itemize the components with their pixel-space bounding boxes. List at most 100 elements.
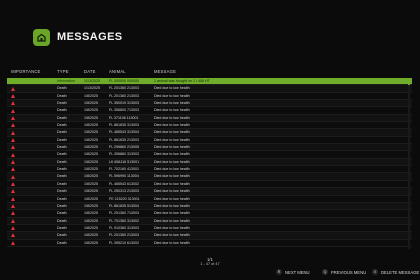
type-cell: Death [57, 145, 67, 150]
column-header-animal[interactable]: ANIMAL [109, 69, 126, 74]
table-row[interactable]: Death 1/8/2025 FL 465543 313004 Died due to… [7, 129, 412, 137]
table-row[interactable]: Death 1/8/2025 FL 201360 713003 Died due to… [7, 210, 412, 218]
animal-cell: FL 861835 213003 [109, 137, 140, 142]
date-cell: 1/8/2025 [84, 130, 98, 135]
column-header-importance[interactable]: IMPORTANCE [11, 69, 41, 74]
date-cell: 1/8/2025 [84, 152, 98, 157]
type-cell: Death [57, 225, 67, 230]
next-menu-button[interactable]: R NEXT MENU [276, 269, 310, 275]
message-cell: Died due to low health [154, 115, 190, 120]
animal-cell: FE 215220 313001 [109, 196, 140, 201]
table-row[interactable]: Death 1/8/2025 FL 201360 213003 Died due to… [7, 232, 412, 240]
type-cell: Death [57, 203, 67, 208]
message-cell: Died due to low health [154, 233, 190, 238]
table-row[interactable]: Death 1/8/2025 FL 371106 113001 Died due to… [7, 114, 412, 123]
table-row[interactable]: Death 1/13/2025 FL 201360 213003 Died due t… [7, 85, 412, 93]
table-row-selected[interactable]: Information 1/13/2025 FL 000000 000000 1… [7, 78, 412, 86]
table-row[interactable]: Death 1/8/2025 FL 350019 313003 Died due to… [7, 100, 412, 108]
message-cell: Died due to low health [154, 152, 190, 157]
animal-cell: FL 910360 313003 [109, 225, 140, 230]
date-cell: 1/8/2025 [84, 218, 98, 223]
table-row[interactable]: Death 1/8/2025 FL 596990 113004 Died due to… [7, 173, 412, 181]
warning-triangle-icon [11, 123, 15, 128]
date-cell: 1/8/2025 [84, 108, 98, 113]
warning-triangle-icon [11, 130, 15, 135]
table-row[interactable]: Death 1/8/2025 FL 861835 213003 Died due to… [7, 136, 412, 145]
header: MESSAGES [33, 27, 123, 47]
message-cell: Died due to low health [154, 101, 190, 106]
scrollbar-thumb[interactable] [408, 78, 410, 85]
message-cell: Died due to low health [154, 86, 190, 91]
animal-cell: FL 201360 213003 [109, 93, 140, 98]
animal-cell: FL 296860 213005 [109, 145, 140, 150]
table-row[interactable]: Death 1/8/2025 LK 656116 513001 Died due to… [7, 158, 412, 167]
next-menu-label: NEXT MENU [285, 269, 310, 275]
key-x-icon: X [372, 269, 378, 275]
animal-cell: FL 465543 613002 [109, 181, 140, 186]
scrollbar[interactable] [408, 78, 410, 249]
date-cell: 1/13/2025 [84, 86, 100, 91]
delete-message-button[interactable]: X DELETE MESSAGE [372, 269, 419, 275]
message-cell: Died due to low health [154, 108, 190, 113]
warning-triangle-icon [11, 152, 15, 157]
type-cell: Death [57, 174, 67, 179]
table-row[interactable]: Death 1/8/2025 FL 702160 413001 Died due to… [7, 166, 412, 174]
column-header-date[interactable]: DATE [84, 69, 96, 74]
date-cell: 1/8/2025 [84, 145, 98, 150]
footer-controls: R NEXT MENU Q PREVIOUS MENU X DELETE MES… [0, 269, 420, 278]
animal-cell: FL 350019 313003 [109, 101, 140, 106]
animal-cell: FL 356800 713003 [109, 108, 140, 113]
message-cell: Died due to low health [154, 225, 190, 230]
table-row[interactable]: Death 1/8/2025 FL 396860 313003 Died due to… [7, 151, 412, 159]
animal-cell: FL 201360 213003 [109, 233, 140, 238]
date-cell: 1/8/2025 [84, 93, 98, 98]
message-cell: Died due to low health [154, 203, 190, 208]
importance-cell [11, 240, 21, 248]
warning-triangle-icon [11, 218, 15, 223]
column-header-type[interactable]: TYPE [57, 69, 69, 74]
warning-triangle-icon [11, 101, 15, 106]
type-cell: Death [57, 115, 67, 120]
message-cell: Died due to low health [154, 211, 190, 216]
table-row[interactable]: Death 1/8/2025 FL 356800 713003 Died due to… [7, 107, 412, 115]
table-row[interactable]: Death 1/8/2025 FE 215220 313001 Died due to… [7, 195, 412, 203]
animal-cell: FL 201360 213003 [109, 86, 140, 91]
table-row[interactable]: Death 1/8/2025 FL 201360 213003 Died due to… [7, 92, 412, 101]
date-cell: 1/8/2025 [84, 196, 98, 201]
table-row[interactable]: Death 1/8/2025 FL 861835 313003 Died due to… [7, 122, 412, 130]
date-cell: 1/8/2025 [84, 203, 98, 208]
table-row[interactable]: Death 1/8/2025 FL 395210 613002 Died due to… [7, 239, 412, 248]
table-row[interactable]: Death 1/8/2025 FL 296860 213005 Died due to… [7, 144, 412, 152]
table-body: Information 1/13/2025 FL 000000 000000 1… [7, 78, 412, 247]
date-cell: 1/8/2025 [84, 159, 98, 164]
message-cell: Died due to low health [154, 123, 190, 128]
type-cell: Death [57, 233, 67, 238]
previous-menu-button[interactable]: Q PREVIOUS MENU [322, 269, 366, 275]
message-cell: Died due to low health [154, 189, 190, 194]
animal-cell: FL 250313 213003 [109, 189, 140, 194]
animal-cell: FL 201360 713003 [109, 211, 140, 216]
warning-triangle-icon [11, 182, 15, 186]
animal-cell: LK 656116 513001 [109, 159, 140, 164]
warning-triangle-icon [11, 174, 15, 179]
table-row[interactable]: Death 1/8/2025 FL 861835 513004 Died due to… [7, 202, 412, 211]
table-row[interactable]: Death 1/8/2025 FL 910360 313003 Died due to… [7, 224, 412, 233]
date-cell: 1/8/2025 [84, 101, 98, 106]
table-row[interactable]: Death 1/8/2025 FL 701360 313002 Died due to… [7, 217, 412, 225]
message-cell: Died due to low health [154, 145, 190, 150]
table-row[interactable]: Death 1/8/2025 FL 250313 213003 Died due to… [7, 188, 412, 196]
date-cell: 1/8/2025 [84, 174, 98, 179]
message-cell: Died due to low health [154, 218, 190, 223]
table-row[interactable]: Death 1/8/2025 FL 465543 613002 Died due to… [7, 180, 412, 189]
warning-triangle-icon [11, 86, 15, 91]
warning-triangle-icon [11, 233, 15, 238]
column-header-message[interactable]: MESSAGE [154, 69, 176, 74]
table-header: IMPORTANCE TYPE DATE ANIMAL MESSAGE [7, 69, 412, 78]
warning-triangle-icon [11, 240, 15, 245]
warning-triangle-icon [11, 211, 15, 216]
type-cell: Death [57, 240, 67, 245]
date-cell: 1/8/2025 [84, 189, 98, 194]
warning-triangle-icon [11, 226, 15, 231]
warning-triangle-icon [11, 196, 15, 201]
animal-cell: FL 701360 313002 [109, 218, 140, 223]
